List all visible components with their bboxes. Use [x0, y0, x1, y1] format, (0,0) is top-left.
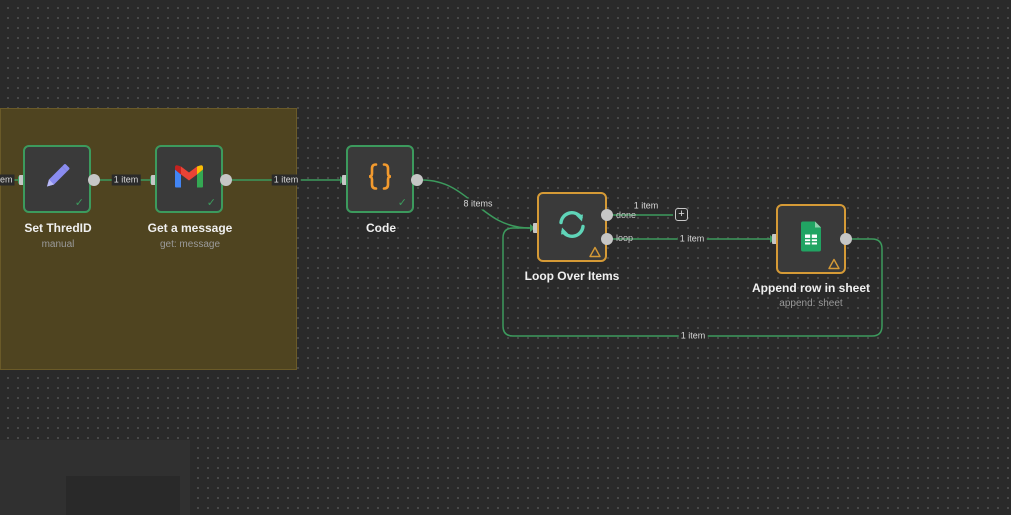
node-subtitle: get: message [159, 239, 221, 250]
node-get-a-message[interactable]: ✓ [155, 145, 223, 213]
node-subtitle: manual [41, 239, 75, 250]
edge-label-code-to-loop: 8 items [461, 198, 495, 210]
node-subtitle: append: sheet [779, 298, 843, 309]
output-handle[interactable] [88, 174, 100, 186]
loop-icon [555, 208, 589, 247]
node-title: Loop Over Items [524, 269, 620, 283]
success-check-icon: ✓ [397, 196, 407, 209]
warning-icon [589, 246, 601, 258]
gmail-icon [173, 164, 205, 195]
node-append-row-in-sheet[interactable] [776, 204, 846, 274]
node-loop-over-items[interactable] [537, 192, 607, 262]
node-title: Set ThredID [24, 221, 92, 235]
pencil-icon [41, 161, 73, 198]
edge-label-set-to-get: 1 item [111, 174, 141, 186]
port-label-done: done [616, 210, 637, 220]
warning-icon [828, 258, 840, 270]
google-sheets-icon [799, 221, 823, 257]
node-title: Append row in sheet [751, 281, 871, 295]
edge-label-loop-to-append: 1 item [677, 233, 707, 245]
code-braces-icon [365, 162, 395, 197]
node-code[interactable]: ✓ [346, 145, 414, 213]
output-handle-loop[interactable] [601, 233, 613, 245]
edge-label-append-back: 1 item [678, 330, 708, 342]
port-label-loop: loop [616, 233, 634, 243]
output-handle[interactable] [220, 174, 232, 186]
output-handle-done[interactable] [601, 209, 613, 221]
output-handle[interactable] [840, 233, 852, 245]
success-check-icon: ✓ [206, 196, 216, 209]
node-title: Code [366, 221, 396, 235]
node-set-thread-id[interactable]: ✓ [23, 145, 91, 213]
connections-layer [0, 176, 883, 337]
edge-label-get-to-code: 1 item [271, 174, 301, 186]
success-check-icon: ✓ [74, 196, 84, 209]
edge-label-incoming: item [0, 174, 15, 186]
add-node-button[interactable]: + [675, 208, 688, 221]
output-handle[interactable] [411, 174, 423, 186]
node-title: Get a message [147, 221, 233, 235]
